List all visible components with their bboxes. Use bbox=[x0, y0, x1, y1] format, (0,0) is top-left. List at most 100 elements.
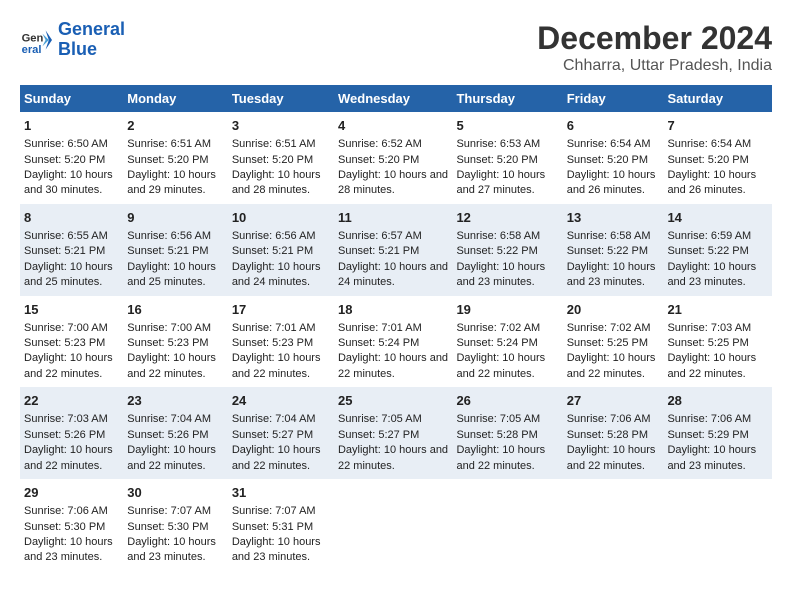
sunrise-label: Sunrise: 6:52 AM bbox=[338, 138, 422, 150]
daylight-label: Daylight: 10 hours and 30 minutes. bbox=[24, 169, 113, 196]
sunset-label: Sunset: 5:25 PM bbox=[567, 337, 648, 349]
sunset-label: Sunset: 5:25 PM bbox=[667, 337, 748, 349]
sunrise-label: Sunrise: 7:06 AM bbox=[667, 413, 751, 425]
calendar-cell: 8Sunrise: 6:55 AMSunset: 5:21 PMDaylight… bbox=[20, 204, 123, 296]
day-number: 5 bbox=[456, 117, 558, 135]
calendar-body: 1 Sunrise: 6:50 AM Sunset: 5:20 PM Daylight… bbox=[20, 112, 772, 571]
sunrise-label: Sunrise: 7:05 AM bbox=[338, 413, 422, 425]
calendar-cell: 25Sunrise: 7:05 AMSunset: 5:27 PMDayligh… bbox=[334, 387, 452, 479]
day-number: 11 bbox=[338, 209, 448, 227]
daylight-label: Daylight: 10 hours and 23 minutes. bbox=[456, 261, 545, 288]
sunrise-label: Sunrise: 7:00 AM bbox=[24, 322, 108, 334]
daylight-label: Daylight: 10 hours and 22 minutes. bbox=[338, 352, 448, 379]
sunset-label: Sunset: 5:31 PM bbox=[232, 521, 313, 533]
sunrise-label: Sunrise: 7:06 AM bbox=[24, 505, 108, 517]
sunrise-label: Sunrise: 6:51 AM bbox=[232, 138, 316, 150]
calendar-cell: 3Sunrise: 6:51 AMSunset: 5:20 PMDaylight… bbox=[228, 112, 334, 204]
calendar-cell: 5Sunrise: 6:53 AMSunset: 5:20 PMDaylight… bbox=[452, 112, 562, 204]
daylight-label: Daylight: 10 hours and 24 minutes. bbox=[338, 261, 448, 288]
calendar-cell: 7Sunrise: 6:54 AMSunset: 5:20 PMDaylight… bbox=[663, 112, 772, 204]
svg-text:Gen: Gen bbox=[22, 32, 44, 44]
daylight-label: Daylight: 10 hours and 29 minutes. bbox=[127, 169, 216, 196]
calendar-cell: 26Sunrise: 7:05 AMSunset: 5:28 PMDayligh… bbox=[452, 387, 562, 479]
day-number: 7 bbox=[667, 117, 768, 135]
sunset-label: Sunset: 5:24 PM bbox=[456, 337, 537, 349]
day-number: 13 bbox=[567, 209, 660, 227]
daylight-label: Daylight: 10 hours and 25 minutes. bbox=[127, 261, 216, 288]
daylight-label: Daylight: 10 hours and 23 minutes. bbox=[127, 536, 216, 563]
col-tuesday: Tuesday bbox=[228, 85, 334, 112]
day-number: 8 bbox=[24, 209, 119, 227]
sunrise-label: Sunrise: 6:50 AM bbox=[24, 138, 108, 150]
daylight-label: Daylight: 10 hours and 28 minutes. bbox=[338, 169, 448, 196]
sunrise-label: Sunrise: 6:54 AM bbox=[567, 138, 651, 150]
col-monday: Monday bbox=[123, 85, 228, 112]
sunset-label: Sunset: 5:21 PM bbox=[24, 245, 105, 257]
daylight-label: Daylight: 10 hours and 22 minutes. bbox=[456, 352, 545, 379]
calendar-week-5: 29Sunrise: 7:06 AMSunset: 5:30 PMDayligh… bbox=[20, 479, 772, 571]
day-number: 1 bbox=[24, 117, 119, 135]
col-friday: Friday bbox=[563, 85, 664, 112]
sunset-label: Sunset: 5:23 PM bbox=[127, 337, 208, 349]
calendar-cell: 13Sunrise: 6:58 AMSunset: 5:22 PMDayligh… bbox=[563, 204, 664, 296]
sunrise-label: Sunrise: 6:56 AM bbox=[127, 230, 211, 242]
sunset-label: Sunset: 5:23 PM bbox=[232, 337, 313, 349]
sunset-label: Sunset: 5:22 PM bbox=[667, 245, 748, 257]
sunrise-label: Sunrise: 6:55 AM bbox=[24, 230, 108, 242]
sunset-label: Sunset: 5:26 PM bbox=[127, 429, 208, 441]
calendar-cell: 22Sunrise: 7:03 AMSunset: 5:26 PMDayligh… bbox=[20, 387, 123, 479]
sunrise-label: Sunrise: 6:54 AM bbox=[667, 138, 751, 150]
sunset-label: Sunset: 5:30 PM bbox=[24, 521, 105, 533]
sunset-label: Sunset: 5:22 PM bbox=[456, 245, 537, 257]
day-number: 28 bbox=[667, 392, 768, 410]
daylight-label: Daylight: 10 hours and 23 minutes. bbox=[232, 536, 321, 563]
daylight-label: Daylight: 10 hours and 22 minutes. bbox=[338, 444, 448, 471]
sunset-label: Sunset: 5:29 PM bbox=[667, 429, 748, 441]
subtitle: Chharra, Uttar Pradesh, India bbox=[537, 57, 772, 75]
day-number: 10 bbox=[232, 209, 330, 227]
calendar-cell: 28 Sunrise: 7:06 AM Sunset: 5:29 PM Dayligh… bbox=[663, 387, 772, 479]
sunset-label: Sunset: 5:28 PM bbox=[456, 429, 537, 441]
svg-text:eral: eral bbox=[22, 44, 42, 56]
sunset-label: Sunset: 5:21 PM bbox=[127, 245, 208, 257]
day-number: 16 bbox=[127, 301, 224, 319]
day-number: 31 bbox=[232, 484, 330, 502]
day-number: 22 bbox=[24, 392, 119, 410]
calendar-cell: 6Sunrise: 6:54 AMSunset: 5:20 PMDaylight… bbox=[563, 112, 664, 204]
sunset-label: Sunset: 5:20 PM bbox=[232, 154, 313, 166]
day-number: 25 bbox=[338, 392, 448, 410]
sunrise-label: Sunrise: 7:04 AM bbox=[127, 413, 211, 425]
daylight-label: Daylight: 10 hours and 22 minutes. bbox=[24, 444, 113, 471]
day-number: 27 bbox=[567, 392, 660, 410]
sunset-label: Sunset: 5:21 PM bbox=[232, 245, 313, 257]
sunrise-label: Sunrise: 7:00 AM bbox=[127, 322, 211, 334]
daylight-label: Daylight: 10 hours and 27 minutes. bbox=[456, 169, 545, 196]
calendar-cell: 19Sunrise: 7:02 AMSunset: 5:24 PMDayligh… bbox=[452, 296, 562, 388]
daylight-label: Daylight: 10 hours and 23 minutes. bbox=[667, 444, 756, 471]
calendar-cell: 29Sunrise: 7:06 AMSunset: 5:30 PMDayligh… bbox=[20, 479, 123, 571]
day-number: 9 bbox=[127, 209, 224, 227]
day-number: 12 bbox=[456, 209, 558, 227]
sunrise-label: Sunrise: 7:06 AM bbox=[567, 413, 651, 425]
sunrise-label: Sunrise: 6:56 AM bbox=[232, 230, 316, 242]
sunset-label: Sunset: 5:23 PM bbox=[24, 337, 105, 349]
calendar-cell: 23Sunrise: 7:04 AMSunset: 5:26 PMDayligh… bbox=[123, 387, 228, 479]
main-title: December 2024 bbox=[537, 20, 772, 57]
sunrise-label: Sunrise: 6:53 AM bbox=[456, 138, 540, 150]
sunset-label: Sunset: 5:22 PM bbox=[567, 245, 648, 257]
daylight-label: Daylight: 10 hours and 22 minutes. bbox=[232, 444, 321, 471]
calendar-cell: 21Sunrise: 7:03 AMSunset: 5:25 PMDayligh… bbox=[663, 296, 772, 388]
day-number: 26 bbox=[456, 392, 558, 410]
sunrise-label: Sunrise: 7:03 AM bbox=[24, 413, 108, 425]
day-number: 14 bbox=[667, 209, 768, 227]
sunset-label: Sunset: 5:24 PM bbox=[338, 337, 419, 349]
day-number: 20 bbox=[567, 301, 660, 319]
sunrise-label: Sunrise: 7:02 AM bbox=[456, 322, 540, 334]
calendar-cell bbox=[452, 479, 562, 571]
daylight-label: Daylight: 10 hours and 22 minutes. bbox=[456, 444, 545, 471]
calendar-cell: 31Sunrise: 7:07 AMSunset: 5:31 PMDayligh… bbox=[228, 479, 334, 571]
logo-text: General Blue bbox=[58, 20, 125, 60]
calendar-cell: 24Sunrise: 7:04 AMSunset: 5:27 PMDayligh… bbox=[228, 387, 334, 479]
sunset-label: Sunset: 5:28 PM bbox=[567, 429, 648, 441]
day-number: 30 bbox=[127, 484, 224, 502]
